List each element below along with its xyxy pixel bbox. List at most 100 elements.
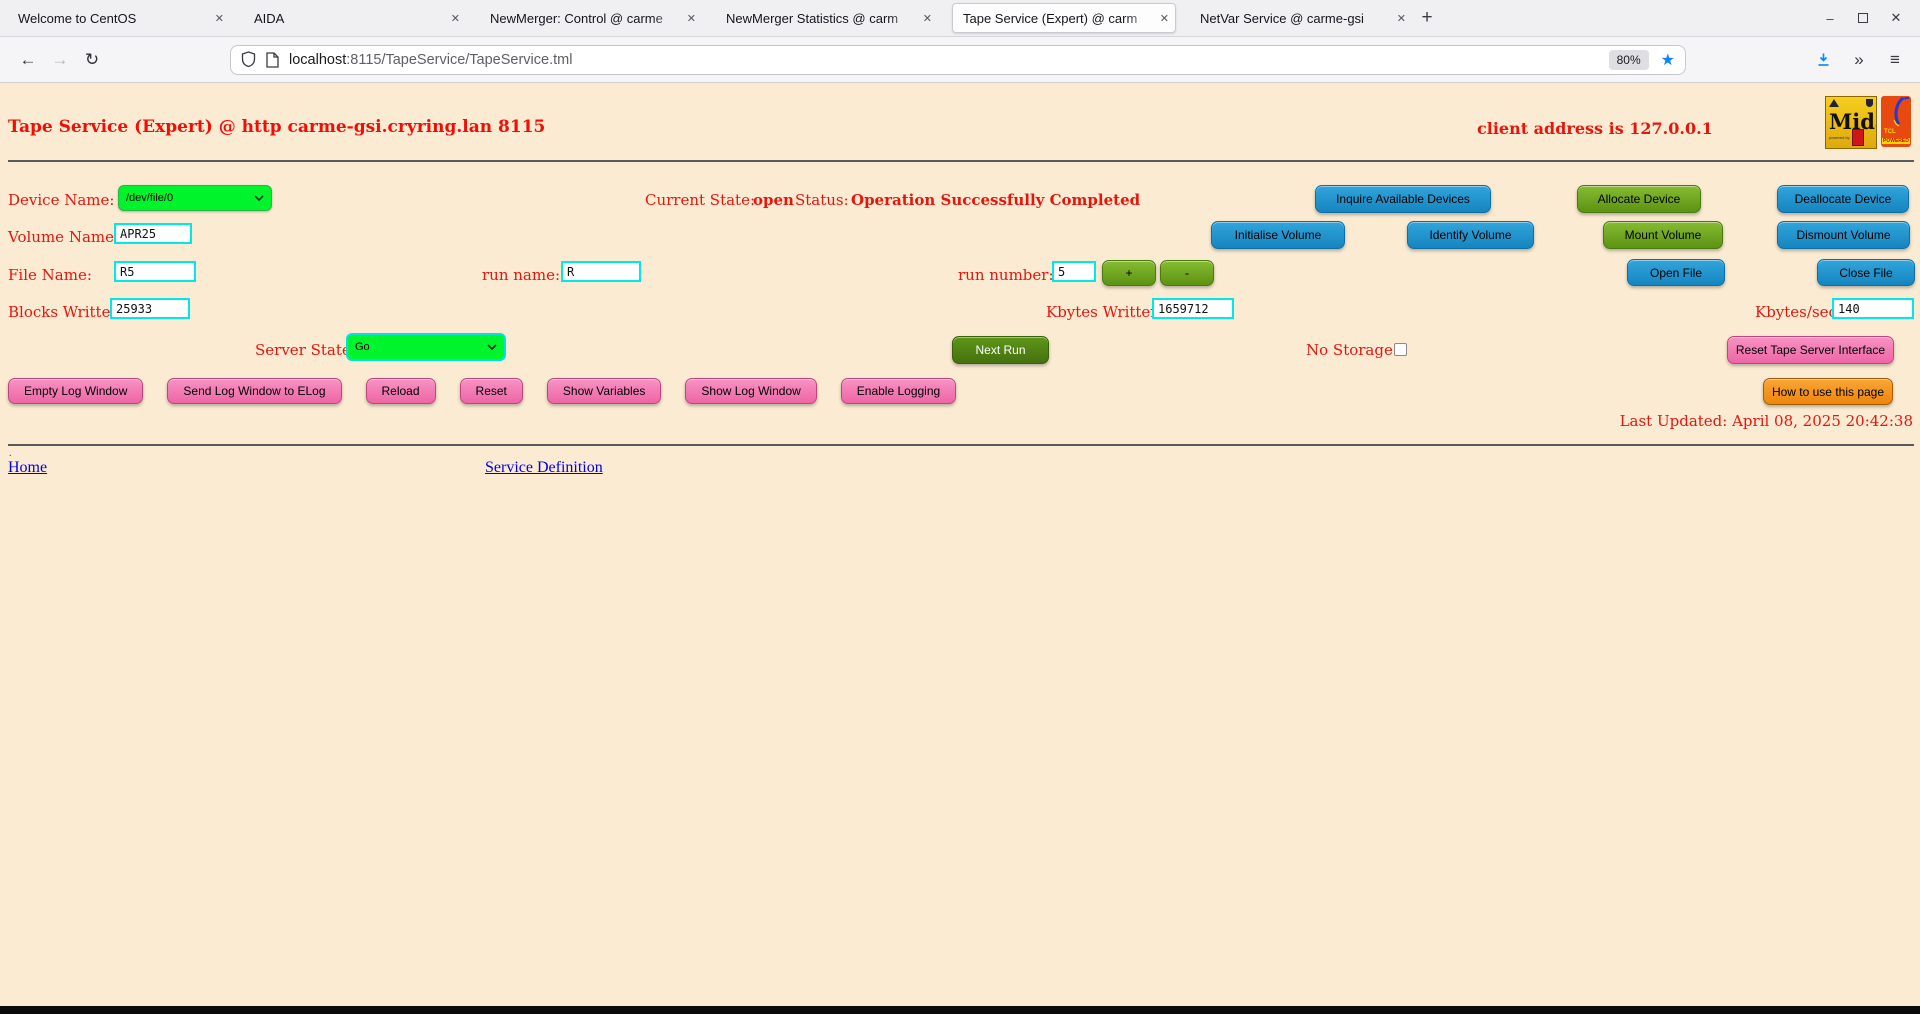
allocate-device-button[interactable]: Allocate Device — [1577, 185, 1701, 213]
show-log-window-button[interactable]: Show Log Window — [685, 378, 816, 404]
tab-close-icon[interactable]: ✕ — [923, 12, 932, 25]
run-name-input[interactable]: R — [561, 261, 641, 282]
no-storage-checkbox[interactable] — [1394, 343, 1407, 356]
volume-name-input[interactable]: APR25 — [114, 223, 192, 244]
kbytes-written-label: Kbytes Written: — [1046, 303, 1165, 321]
tab-close-icon[interactable]: ✕ — [687, 12, 696, 25]
browser-toolbar: ← → ↻ localhost:8115/TapeService/TapeSer… — [0, 37, 1920, 83]
next-run-button[interactable]: Next Run — [952, 336, 1049, 364]
enable-logging-button[interactable]: Enable Logging — [841, 378, 956, 404]
tab-aida[interactable]: AIDA ✕ — [244, 4, 466, 32]
tab-welcome-centos[interactable]: Welcome to CentOS ✕ — [8, 4, 230, 32]
window-controls: – ✕ — [1820, 8, 1920, 28]
log-button-row: Empty Log Window Send Log Window to ELog… — [8, 378, 956, 402]
tab-label: AIDA — [254, 11, 447, 26]
tab-close-icon[interactable]: ✕ — [1160, 12, 1169, 25]
tab-tape-service-active[interactable]: Tape Service (Expert) @ carm ✕ — [952, 3, 1176, 33]
reset-button[interactable]: Reset — [460, 378, 523, 404]
minimize-icon[interactable]: – — [1820, 8, 1840, 28]
tab-newmerger-control[interactable]: NewMerger: Control @ carme ✕ — [480, 4, 702, 32]
midas-logo[interactable]: Midas powered by — [1825, 96, 1877, 149]
empty-log-window-button[interactable]: Empty Log Window — [8, 378, 143, 404]
run-name-label: run name: — [482, 266, 560, 284]
device-name-value: /dev/file/0 — [126, 192, 173, 204]
reload-button[interactable]: Reload — [366, 378, 436, 404]
server-state-select[interactable]: Go — [346, 333, 506, 361]
tab-label: Welcome to CentOS — [18, 11, 211, 26]
home-link[interactable]: Home — [8, 459, 47, 477]
device-name-label: Device Name: — [8, 191, 114, 209]
midas-logo-subtext: powered by — [1829, 135, 1850, 140]
run-number-label: run number: — [958, 266, 1054, 284]
menu-hamburger-icon[interactable]: ≡ — [1880, 50, 1910, 70]
shield-icon[interactable] — [241, 51, 256, 68]
new-tab-button[interactable]: + — [1412, 7, 1442, 29]
status-label: Status: — [795, 191, 849, 209]
no-storage-label: No Storage — [1306, 341, 1393, 359]
url-text: localhost:8115/TapeService/TapeService.t… — [289, 52, 572, 68]
page-info-icon[interactable] — [266, 52, 279, 68]
midas-logo-shield — [1866, 99, 1873, 107]
mount-volume-button[interactable]: Mount Volume — [1603, 221, 1723, 249]
forward-icon[interactable]: → — [44, 50, 76, 70]
send-log-to-elog-button[interactable]: Send Log Window to ELog — [167, 378, 341, 404]
midas-logo-triangle — [1829, 99, 1839, 107]
tab-newmerger-statistics[interactable]: NewMerger Statistics @ carm ✕ — [716, 4, 938, 32]
file-name-input[interactable]: R5 — [114, 261, 196, 282]
bookmark-star-icon[interactable]: ★ — [1661, 50, 1675, 70]
tape-service-page: Tape Service (Expert) @ http carme-gsi.c… — [0, 83, 1920, 1014]
url-bar[interactable]: localhost:8115/TapeService/TapeService.t… — [230, 45, 1686, 75]
back-icon[interactable]: ← — [12, 50, 44, 70]
close-file-button[interactable]: Close File — [1817, 259, 1915, 286]
tab-close-icon[interactable]: ✕ — [1397, 12, 1406, 25]
file-name-label: File Name: — [8, 266, 92, 284]
server-state-value: Go — [355, 341, 370, 353]
service-definition-link[interactable]: Service Definition — [485, 459, 603, 477]
bottom-screen-strip — [0, 1006, 1920, 1014]
maximize-icon[interactable] — [1853, 8, 1873, 28]
inquire-available-devices-button[interactable]: Inquire Available Devices — [1315, 185, 1491, 213]
page-title: Tape Service (Expert) @ http carme-gsi.c… — [8, 117, 545, 137]
divider-bottom — [8, 444, 1914, 446]
run-number-decrement-button[interactable]: - — [1160, 260, 1214, 286]
kbytes-written-input[interactable]: 1659712 — [1152, 298, 1234, 319]
client-address-text: client address is 127.0.0.1 — [1477, 119, 1713, 138]
tab-label: NewMerger: Control @ carme — [490, 11, 683, 26]
reload-icon[interactable]: ↻ — [76, 50, 108, 70]
tab-close-icon[interactable]: ✕ — [215, 12, 224, 25]
tab-label: Tape Service (Expert) @ carm — [963, 11, 1156, 26]
tcl-logo-powered-text: POWERED — [1882, 138, 1910, 144]
open-file-button[interactable]: Open File — [1627, 259, 1725, 286]
how-to-use-this-page-button[interactable]: How to use this page — [1763, 378, 1893, 405]
current-state-label: Current State: — [645, 191, 755, 209]
downloads-icon[interactable] — [1808, 52, 1838, 67]
device-name-select[interactable]: /dev/file/0 — [118, 185, 272, 211]
zoom-level-badge[interactable]: 80% — [1609, 50, 1649, 70]
server-state-label: Server State — [255, 341, 351, 359]
overflow-chevrons-icon[interactable]: » — [1844, 50, 1874, 70]
browser-window: Welcome to CentOS ✕ AIDA ✕ NewMerger: Co… — [0, 0, 1920, 1014]
tcl-powered-logo[interactable]: TCL POWERED — [1881, 96, 1911, 147]
chevron-down-icon — [487, 344, 497, 350]
tcl-logo-text: TCL — [1884, 129, 1896, 135]
kbytes-per-sec-input[interactable]: 140 — [1832, 298, 1914, 319]
deallocate-device-button[interactable]: Deallocate Device — [1777, 185, 1909, 213]
identify-volume-button[interactable]: Identify Volume — [1407, 221, 1534, 249]
midas-logo-redbox — [1852, 129, 1864, 146]
current-state-value: open — [753, 191, 794, 209]
show-variables-button[interactable]: Show Variables — [547, 378, 662, 404]
blocks-written-label: Blocks Written: — [8, 303, 125, 321]
url-host: localhost — [289, 52, 346, 68]
run-number-increment-button[interactable]: + — [1102, 260, 1156, 286]
chevron-down-icon — [254, 195, 264, 201]
close-icon[interactable]: ✕ — [1886, 8, 1906, 28]
url-path: :8115/TapeService/TapeService.tml — [346, 52, 572, 68]
initialise-volume-button[interactable]: Initialise Volume — [1211, 221, 1345, 249]
tab-label: NewMerger Statistics @ carm — [726, 11, 919, 26]
reset-tape-server-interface-button[interactable]: Reset Tape Server Interface — [1727, 336, 1894, 364]
tab-close-icon[interactable]: ✕ — [451, 12, 460, 25]
dismount-volume-button[interactable]: Dismount Volume — [1777, 221, 1910, 249]
run-number-input[interactable]: 5 — [1052, 261, 1096, 282]
tab-netvar-service[interactable]: NetVar Service @ carme-gsi ✕ — [1190, 4, 1412, 32]
blocks-written-input[interactable]: 25933 — [110, 298, 190, 319]
